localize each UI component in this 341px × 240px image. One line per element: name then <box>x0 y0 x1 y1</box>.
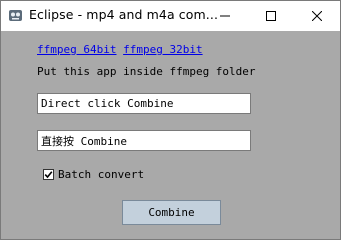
download-links: ffmpeg 64bit ffmpeg 32bit <box>37 43 203 56</box>
instruction-text: Put this app inside ffmpeg folder <box>37 65 256 78</box>
minimize-icon <box>220 15 230 17</box>
maximize-button[interactable] <box>248 1 294 31</box>
title-bar[interactable]: Eclipse - mp4 and m4a com... <box>1 1 340 31</box>
minimize-button[interactable] <box>202 1 248 31</box>
drop-field-secondary[interactable] <box>37 130 251 151</box>
close-icon <box>312 11 322 21</box>
checkmark-icon <box>44 171 53 179</box>
combine-button[interactable]: Combine <box>122 200 221 225</box>
batch-convert-option[interactable]: Batch convert <box>43 168 144 181</box>
app-icon <box>9 10 22 21</box>
window-title: Eclipse - mp4 and m4a com... <box>29 7 219 22</box>
close-button[interactable] <box>294 1 340 31</box>
app-window: Eclipse - mp4 and m4a com... ffmpeg 64bi… <box>0 0 341 240</box>
drop-field-primary[interactable] <box>37 93 251 114</box>
batch-convert-label: Batch convert <box>58 168 145 181</box>
batch-convert-checkbox[interactable] <box>43 169 54 180</box>
ffmpeg-32bit-link[interactable]: ffmpeg 32bit <box>123 43 202 56</box>
ffmpeg-64bit-link[interactable]: ffmpeg 64bit <box>37 43 116 56</box>
maximize-icon <box>266 11 276 21</box>
